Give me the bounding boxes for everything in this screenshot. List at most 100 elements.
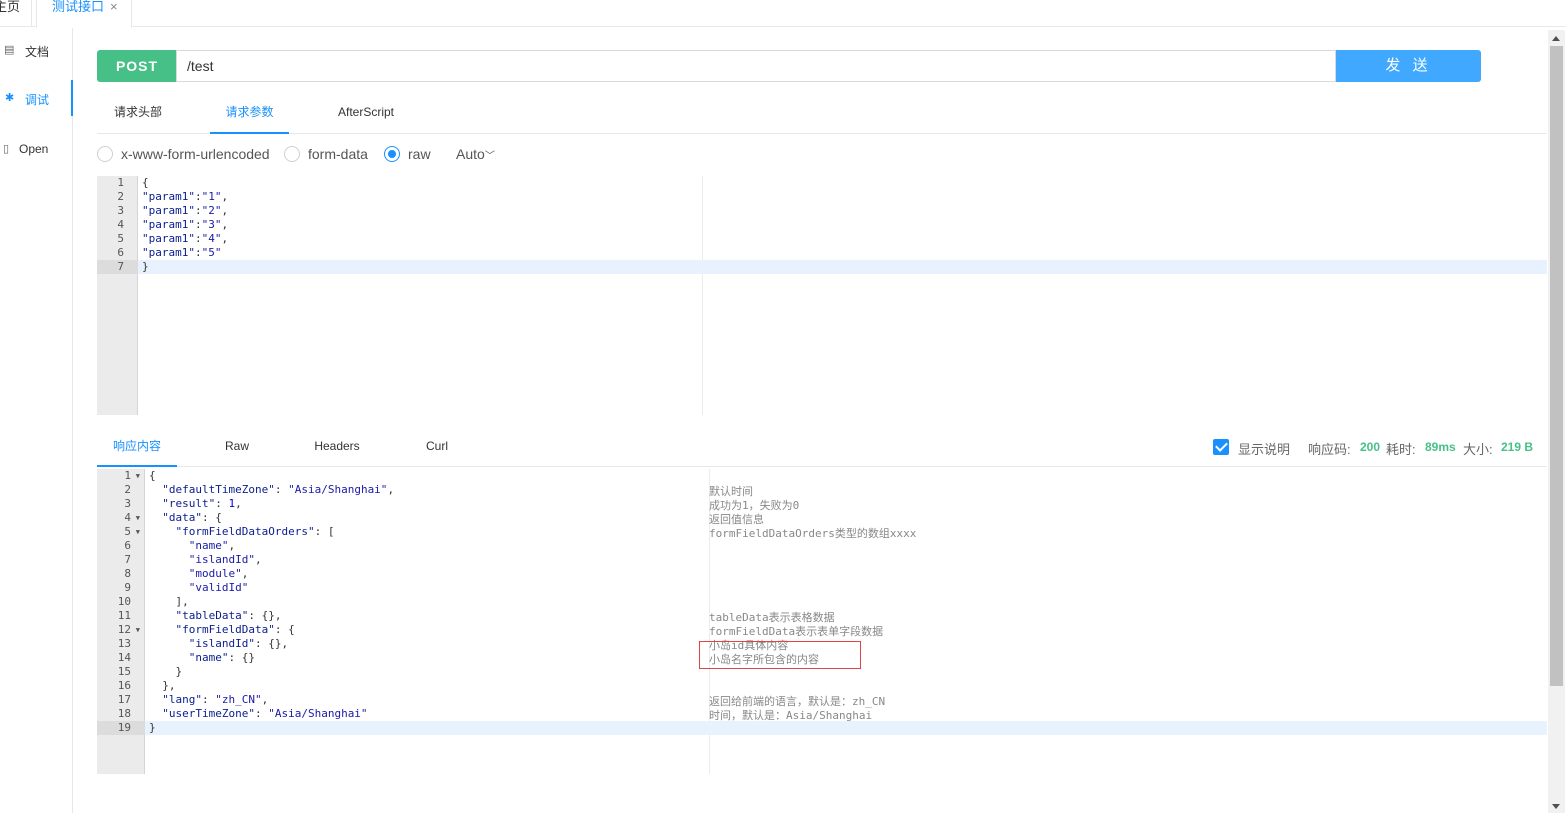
line-number: 11 [117, 609, 131, 622]
dropdown-label: Auto [456, 146, 485, 162]
code-line: "name": {} [188, 651, 255, 664]
line-number: 7 [124, 553, 131, 566]
line-number: 12 [117, 623, 131, 636]
line-number: 9 [124, 581, 131, 594]
field-description: formFieldDataOrders类型的数组xxxx [709, 527, 917, 540]
code-line: "islandId": {}, [188, 637, 289, 650]
tab-request-params[interactable]: 请求参数 [210, 99, 289, 134]
code-line: "data": { [162, 511, 222, 524]
sidebar-item-label: Open [19, 142, 49, 156]
tab-response-content[interactable]: 响应内容 [97, 432, 177, 467]
line-number: 17 [117, 693, 131, 706]
vertical-scrollbar[interactable] [1548, 30, 1565, 813]
line-number: 6 [117, 246, 124, 259]
line-number: 4 [117, 218, 124, 231]
sidebar-item-label: 文档 [25, 45, 50, 59]
line-number: 3 [117, 204, 124, 217]
code-line: "param1":"2", [142, 204, 229, 217]
code-line: "lang": "zh_CN", [162, 693, 269, 706]
sidebar-item-label: 调试 [25, 93, 50, 107]
field-description: 返回给前端的语言，默认是：zh_CN [709, 695, 886, 708]
field-description: 时间，默认是：Asia/Shanghai [709, 709, 873, 722]
url-input[interactable] [176, 50, 1336, 82]
request-bar: POST 发 送 [97, 50, 1481, 82]
sidebar-item-docs[interactable]: ▤ 文档 [0, 32, 73, 68]
scroll-thumb[interactable] [1550, 46, 1563, 686]
show-description-label: 显示说明 [1238, 442, 1291, 457]
fold-arrow-icon[interactable]: ▼ [132, 623, 140, 637]
fold-arrow-icon[interactable]: ▼ [132, 469, 140, 483]
scroll-up-icon[interactable] [1552, 36, 1560, 41]
field-description: 成功为1，失败为0 [709, 499, 800, 512]
code-line: "defaultTimeZone": "Asia/Shanghai", [162, 483, 395, 496]
line-number: 2 [124, 483, 131, 496]
document-icon: ▤ [4, 44, 15, 56]
line-number: 7 [117, 260, 124, 273]
line-number: 15 [117, 665, 131, 678]
request-body-editor[interactable]: 1 {2 "param1":"1", 3 "param1":"2", 4 "param1":… [97, 176, 1547, 415]
field-description: formFieldData表示表单字段数据 [709, 625, 884, 638]
radio-circle [97, 146, 113, 162]
code-line: "result": 1, [162, 497, 242, 510]
code-line: } [149, 721, 156, 734]
line-number: 18 [117, 707, 131, 720]
tab-curl[interactable]: Curl [419, 432, 455, 467]
time-label: 耗时: [1386, 442, 1416, 457]
status-code-value: 200 [1360, 440, 1381, 454]
code-line: } [142, 260, 149, 273]
content-type-dropdown[interactable]: Auto﹀ [456, 146, 495, 162]
sidebar-item-open[interactable]: ▯ Open [0, 131, 73, 167]
code-line: "module", [188, 567, 249, 580]
code-line: { [142, 176, 149, 189]
method-select[interactable]: POST [97, 50, 177, 82]
code-line: "param1":"1", [142, 190, 229, 203]
line-number: 16 [117, 679, 131, 692]
radio-label: raw [408, 146, 431, 162]
tab-home[interactable]: 主页 [0, 0, 32, 27]
tab-headers[interactable]: Headers [307, 432, 367, 467]
request-tabs: 请求头部 请求参数 AfterScript [97, 99, 1547, 134]
fold-arrow-icon[interactable]: ▼ [132, 511, 140, 525]
code-line: "formFieldDataOrders": [ [175, 525, 335, 538]
line-number: 5 [124, 525, 131, 538]
line-number: 13 [117, 637, 131, 650]
sidebar: ▤ 文档 ✱ 调试 ▯ Open [0, 28, 73, 813]
response-body-editor[interactable]: 1 ▼{2 "defaultTimeZone": "Asia/Shanghai",… [97, 469, 1547, 774]
code-line: { [149, 469, 156, 482]
sidebar-item-debug[interactable]: ✱ 调试 [0, 80, 73, 116]
active-line-highlight [145, 721, 1547, 735]
scroll-down-icon[interactable] [1552, 804, 1560, 809]
time-value: 89ms [1425, 440, 1456, 454]
radio-circle [284, 146, 300, 162]
radio-circle [384, 146, 400, 162]
code-line: "param1":"5" [142, 246, 222, 259]
line-number: 6 [124, 539, 131, 552]
code-line: "tableData": {}, [175, 609, 282, 622]
body-type-radios: x-www-form-urlencoded form-data raw Auto… [97, 143, 697, 165]
code-line: "param1":"3", [142, 218, 229, 231]
line-number: 3 [124, 497, 131, 510]
radio-label: x-www-form-urlencoded [121, 146, 270, 162]
file-icon: ▯ [3, 143, 10, 155]
code-line: "formFieldData": { [175, 623, 295, 636]
close-icon[interactable]: × [110, 0, 118, 14]
line-number: 8 [124, 567, 131, 580]
code-line: "userTimeZone": "Asia/Shanghai" [162, 707, 368, 720]
active-line-highlight [138, 260, 1547, 274]
line-number: 4 [124, 511, 131, 524]
code-line: "islandId", [188, 553, 262, 566]
code-line: "param1":"4", [142, 232, 229, 245]
app-window: 主页 测试接口 × ▤ 文档 ✱ 调试 ▯ Open POST 发 送 请求头部 … [0, 0, 1566, 813]
tab-afterscript[interactable]: AfterScript [337, 99, 395, 134]
tab-request-headers[interactable]: 请求头部 [113, 99, 163, 134]
send-button[interactable]: 发 送 [1336, 50, 1481, 82]
code-line: "name", [188, 539, 236, 552]
fold-arrow-icon[interactable]: ▼ [132, 525, 140, 539]
tab-test-api[interactable]: 测试接口 × [36, 0, 132, 28]
tab-raw[interactable]: Raw [217, 432, 257, 467]
code-line: } [149, 665, 183, 678]
highlight-box [699, 641, 861, 669]
bug-icon: ✱ [5, 92, 15, 104]
show-description-checkbox[interactable] [1213, 439, 1229, 455]
size-value: 219 B [1501, 440, 1534, 454]
